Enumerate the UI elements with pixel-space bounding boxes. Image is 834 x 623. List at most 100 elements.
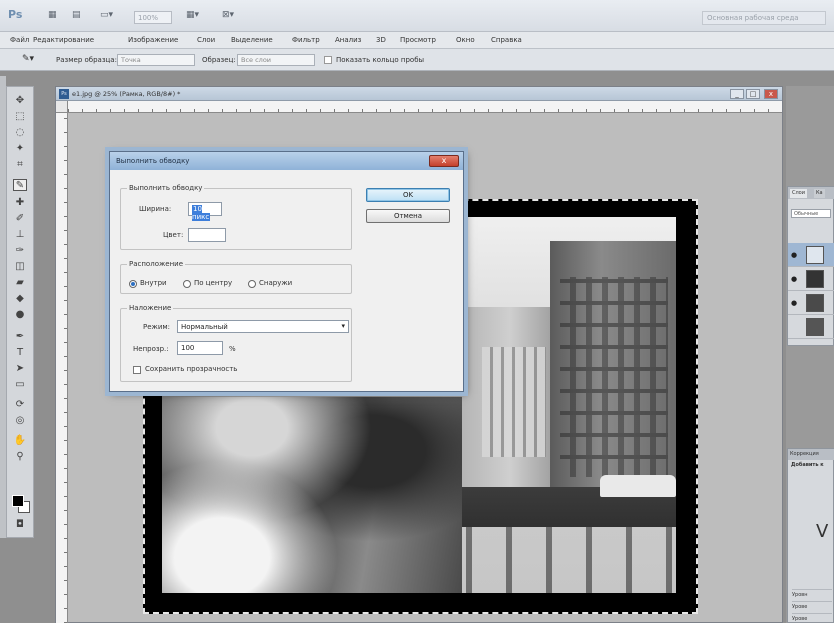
location-center-radio[interactable] — [183, 280, 191, 288]
zoom-level-box[interactable]: 100% — [134, 11, 172, 24]
document-title: e1.jpg @ 25% (Рамка, RGB/8#) * — [72, 90, 181, 98]
quick-mask-icon[interactable]: ◘ — [13, 519, 27, 531]
blending-group: Наложение Режим: Нормальный ▾ Непрозр.: … — [120, 304, 352, 382]
menu-bar: Файл Редактирование Изображение Слои Выд… — [0, 32, 834, 49]
brush-tool-icon[interactable]: ✐ — [13, 213, 27, 225]
minimize-button[interactable]: _ — [730, 89, 744, 99]
stroke-color-swatch[interactable] — [188, 228, 226, 242]
eyedropper-tool-icon[interactable]: ✎▾ — [22, 54, 34, 64]
blur-tool-icon[interactable]: ◆ — [13, 293, 27, 305]
3d-camera-tool-icon[interactable]: ◎ — [13, 415, 27, 427]
menu-3d[interactable]: 3D — [376, 36, 386, 44]
type-tool-icon[interactable]: T — [13, 347, 27, 359]
marquee-tool-icon[interactable]: ⬚ — [13, 111, 27, 123]
workspace-switcher[interactable]: Основная рабочая среда — [702, 11, 826, 25]
adjustment-item[interactable]: Урове — [792, 601, 832, 611]
dodge-tool-icon[interactable]: ● — [13, 309, 27, 321]
layer-thumbnail — [806, 270, 824, 288]
ruler-origin[interactable] — [56, 101, 68, 113]
crop-tool-icon[interactable]: ⌗ — [13, 159, 27, 171]
adjustments-header[interactable]: Коррекция — [788, 449, 834, 460]
document-tab[interactable]: Ps e1.jpg @ 25% (Рамка, RGB/8#) * _ □ x — [56, 87, 782, 101]
screen-mode-icon[interactable]: ⊠▾ — [222, 10, 234, 24]
gradient-tool-icon[interactable]: ▰ — [13, 277, 27, 289]
dialog-titlebar[interactable]: Выполнить обводку x — [110, 152, 463, 170]
history-brush-tool-icon[interactable]: ✑ — [13, 245, 27, 257]
location-outside-label: Снаружи — [259, 279, 293, 287]
blend-mode-value: Нормальный — [181, 323, 228, 331]
sample-size-select[interactable]: Точка — [117, 54, 195, 66]
stroke-group: Выполнить обводку Ширина: 10 пикс Цвет: — [120, 184, 352, 250]
lasso-tool-icon[interactable]: ◌ — [13, 127, 27, 139]
eye-icon[interactable]: ● — [791, 299, 797, 307]
cancel-button[interactable]: Отмена — [366, 209, 450, 223]
shape-tool-icon[interactable]: ▭ — [13, 379, 27, 391]
menu-layers[interactable]: Слои — [197, 36, 215, 44]
foreground-color-swatch[interactable] — [12, 495, 24, 507]
hand-tool-icon[interactable]: ✋ — [13, 435, 27, 447]
preserve-transparency-label: Сохранить прозрачность — [145, 365, 238, 373]
preserve-transparency-checkbox[interactable] — [133, 366, 141, 374]
tab-channels[interactable]: Ка — [814, 189, 825, 198]
quick-selection-tool-icon[interactable]: ✦ — [13, 143, 27, 155]
zoom-tool-icon[interactable]: ⚲ — [13, 451, 27, 463]
location-inside-radio[interactable] — [129, 280, 137, 288]
maximize-button[interactable]: □ — [746, 89, 760, 99]
adjustments-panel: Коррекция Добавить к V Уровн Урове Урове — [787, 448, 834, 623]
menu-edit[interactable]: Редактирование — [33, 36, 94, 44]
layer-blend-mode-select[interactable]: Обычные — [791, 209, 831, 218]
layer-row[interactable]: ● — [788, 267, 834, 291]
layer-thumbnail — [806, 318, 824, 336]
mode-label: Режим: — [143, 323, 171, 331]
vertical-ruler[interactable] — [56, 113, 68, 623]
location-group-title: Расположение — [127, 260, 186, 268]
bridge-icon[interactable]: ▦ — [48, 10, 57, 24]
menu-select[interactable]: Выделение — [231, 36, 273, 44]
healing-brush-tool-icon[interactable]: ✚ — [13, 197, 27, 209]
layer-thumbnail — [806, 246, 824, 264]
pen-tool-icon[interactable]: ✒ — [13, 331, 27, 343]
layer-row[interactable]: ● — [788, 291, 834, 315]
menu-file[interactable]: Файл — [10, 36, 29, 44]
eye-icon[interactable]: ● — [791, 275, 797, 283]
horizontal-ruler[interactable] — [68, 101, 782, 113]
layer-row[interactable]: ● — [788, 243, 834, 267]
opacity-unit: % — [229, 345, 236, 353]
dialog-title: Выполнить обводку — [116, 157, 190, 165]
eyedropper-tool-icon-active[interactable]: ✎ — [13, 179, 27, 191]
location-outside-radio[interactable] — [248, 280, 256, 288]
adjustment-item[interactable]: Уровн — [792, 589, 832, 599]
close-document-button[interactable]: x — [764, 89, 778, 99]
path-selection-tool-icon[interactable]: ➤ — [13, 363, 27, 375]
menu-filter[interactable]: Фильтр — [292, 36, 320, 44]
tab-layers[interactable]: Слои — [790, 189, 807, 198]
menu-view[interactable]: Просмотр — [400, 36, 436, 44]
sample-select[interactable]: Все слои — [237, 54, 315, 66]
location-center-label: По центру — [194, 279, 233, 287]
width-input[interactable]: 10 пикс — [188, 202, 222, 221]
clone-stamp-tool-icon[interactable]: ⊥ — [13, 229, 27, 241]
mini-bridge-icon[interactable]: ▤ — [72, 10, 81, 24]
ok-button[interactable]: OK — [366, 188, 450, 202]
adjustments-subtitle: Добавить к — [791, 462, 824, 468]
arrange-documents-icon[interactable]: ▦▾ — [186, 10, 199, 24]
eye-icon[interactable]: ● — [791, 251, 797, 259]
adjustment-item[interactable]: Урове — [792, 613, 832, 623]
3d-rotate-tool-icon[interactable]: ⟳ — [13, 399, 27, 411]
location-group: Расположение Внутри По центру Снаружи — [120, 260, 352, 294]
menu-image[interactable]: Изображение — [128, 36, 178, 44]
dialog-close-button[interactable]: x — [429, 155, 459, 167]
width-label: Ширина: — [139, 205, 172, 213]
move-tool-icon[interactable]: ✥ — [13, 95, 27, 107]
opacity-input[interactable]: 100 — [177, 341, 223, 355]
blend-mode-select[interactable]: Нормальный ▾ — [177, 320, 349, 333]
show-ring-checkbox[interactable] — [324, 56, 332, 64]
menu-analysis[interactable]: Анализ — [335, 36, 361, 44]
layer-row[interactable] — [788, 315, 834, 339]
layer-thumbnail — [806, 294, 824, 312]
view-extras-icon[interactable]: ▭▾ — [100, 10, 113, 24]
menu-window[interactable]: Окно — [456, 36, 475, 44]
sample-size-label: Размер образца: — [56, 56, 117, 64]
eraser-tool-icon[interactable]: ◫ — [13, 261, 27, 273]
menu-help[interactable]: Справка — [491, 36, 522, 44]
